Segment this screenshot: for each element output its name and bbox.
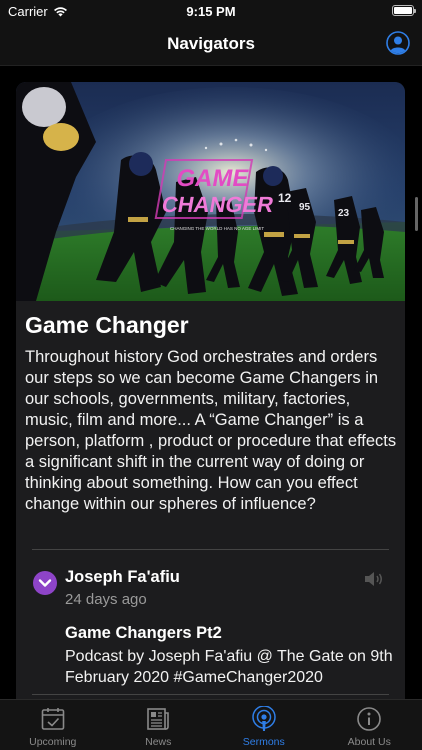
tab-label: Sermons — [242, 736, 285, 748]
tab-upcoming[interactable]: Upcoming — [0, 700, 106, 750]
page-title: Navigators — [167, 34, 255, 53]
episode-description: Podcast by Joseph Fa'afiu @ The Gate on … — [65, 648, 393, 686]
chevron-down-icon[interactable] — [33, 571, 57, 595]
calendar-icon — [41, 708, 65, 730]
battery-icon — [392, 5, 416, 16]
series-description: Throughout history God orchestrates and … — [25, 348, 397, 513]
scrollbar[interactable] — [415, 197, 418, 231]
episode-age: 24 days ago — [65, 591, 147, 608]
info-icon — [357, 707, 382, 731]
tab-label: News — [145, 736, 172, 748]
tab-label: Upcoming — [29, 736, 77, 748]
episode-author: Joseph Fa'afiu — [65, 568, 180, 586]
speaker-icon[interactable] — [363, 570, 385, 588]
hero-title-line1: GAME — [174, 165, 251, 192]
series-hero-image: 12 95 23 GAME CHANGER CHANGING THE WORLD… — [16, 82, 405, 301]
tab-news[interactable]: News — [106, 700, 212, 750]
divider — [32, 694, 389, 695]
tab-about-us[interactable]: About Us — [317, 700, 422, 750]
sermon-series-card[interactable]: 12 95 23 GAME CHANGER CHANGING THE WORLD… — [16, 82, 405, 699]
tab-bar: Upcoming News Sermons About Us — [0, 699, 422, 750]
hero-tagline: CHANGING THE WORLD HAS NO AGE LIMIT — [170, 226, 264, 231]
sermon-feed[interactable]: 12 95 23 GAME CHANGER CHANGING THE WORLD… — [0, 67, 422, 699]
status-time: 9:15 PM — [186, 4, 236, 19]
svg-text:95: 95 — [299, 202, 311, 213]
series-title: Game Changer — [25, 312, 189, 338]
navigation-bar: Navigators — [0, 22, 422, 66]
svg-text:12: 12 — [278, 191, 292, 205]
episode-title: Game Changers Pt2 — [65, 624, 222, 642]
hero-title-line2: CHANGER — [160, 192, 276, 217]
newspaper-icon — [147, 708, 170, 730]
divider — [32, 549, 389, 550]
podcast-icon — [252, 706, 276, 731]
svg-text:23: 23 — [338, 208, 350, 219]
stadium-image: 12 95 23 GAME CHANGER CHANGING THE WORLD… — [16, 82, 405, 301]
profile-icon[interactable] — [386, 31, 410, 55]
status-bar: Carrier 9:15 PM — [0, 0, 422, 22]
tab-label: About Us — [347, 736, 391, 748]
tab-sermons[interactable]: Sermons — [211, 700, 317, 750]
episode-row[interactable]: Joseph Fa'afiu 24 days ago Game Changers… — [16, 560, 405, 690]
